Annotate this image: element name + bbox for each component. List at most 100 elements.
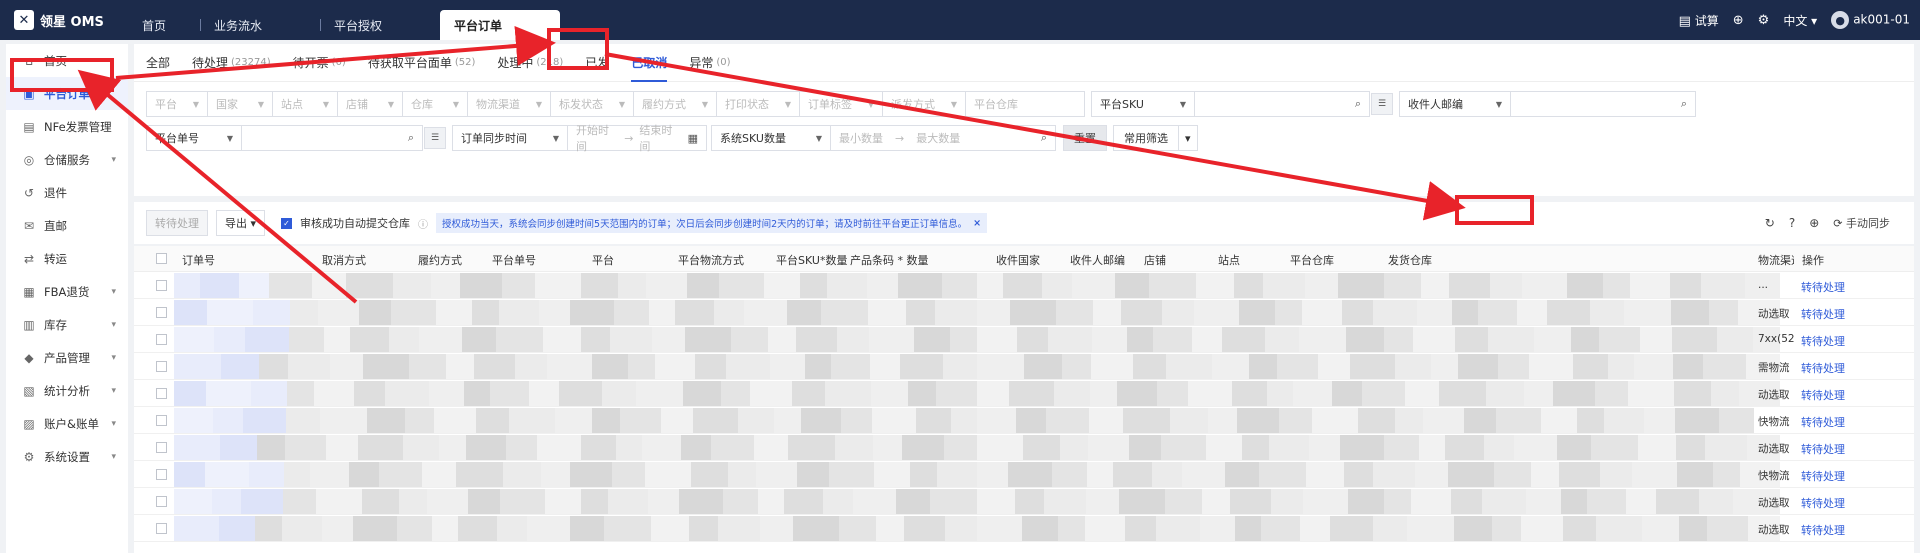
status-tab-cancelled[interactable]: 已取消 — [631, 44, 668, 82]
row-checkbox[interactable] — [156, 388, 167, 399]
postcode-input[interactable]: ⌕ — [1510, 91, 1696, 117]
to-process-link[interactable]: 转待处理 — [1801, 441, 1845, 457]
to-process-link[interactable]: 转待处理 — [1801, 306, 1845, 322]
trial-calc-button[interactable]: ▤ 试算 — [1679, 12, 1719, 29]
brand[interactable]: ✕ 领星 OMS — [0, 10, 128, 30]
to-process-link[interactable]: 转待处理 — [1801, 414, 1845, 430]
mark-status-select[interactable]: 标发状态 ▼ — [550, 91, 634, 117]
search-icon[interactable]: ⌕ — [408, 131, 414, 145]
country-select[interactable]: 国家 ▼ — [207, 91, 273, 117]
export-button[interactable]: 导出 ▾ — [216, 210, 266, 236]
to-process-link[interactable]: 转待处理 — [1801, 279, 1845, 295]
redacted-cell — [661, 408, 693, 433]
search-icon[interactable]: ⌕ — [1355, 97, 1361, 111]
select-label: 系统SKU数量 — [720, 132, 786, 145]
batch-list-button[interactable]: ☰ — [1371, 93, 1393, 115]
to-process-link[interactable]: 转待处理 — [1801, 495, 1845, 511]
download-icon[interactable]: ⊕ — [1733, 13, 1744, 28]
sidebar-item-label: 仓储服务 — [44, 152, 90, 167]
sidebar-item-transfer[interactable]: ⇄ 转运 — [6, 242, 128, 275]
platform-sku-select[interactable]: 平台SKU ▼ — [1091, 91, 1195, 117]
sidebar-item-account[interactable]: ▨ 账户&账单 ▾ — [6, 407, 128, 440]
reset-button[interactable]: 重置 — [1063, 125, 1107, 151]
search-icon[interactable]: ⌕ — [1681, 97, 1687, 111]
batch-list-button[interactable]: ☰ — [424, 127, 446, 149]
row-checkbox[interactable] — [156, 496, 167, 507]
user-menu[interactable]: ● ak001-01 — [1831, 11, 1910, 29]
table-row: 动选取 转待处理 — [134, 515, 1914, 542]
row-checkbox[interactable] — [156, 469, 167, 480]
tab-business-flow[interactable]: 业务流水 — [200, 10, 320, 40]
common-filter-button[interactable]: 常用筛选 — [1113, 125, 1179, 151]
row-checkbox[interactable] — [156, 334, 167, 345]
row-checkbox[interactable] — [156, 280, 167, 291]
sidebar-item-warehouse[interactable]: ◎ 仓储服务 ▾ — [6, 143, 128, 176]
sidebar-item-nfe-invoice[interactable]: ▤ NFe发票管理 — [6, 110, 128, 143]
to-process-link[interactable]: 转待处理 — [1801, 468, 1845, 484]
postcode-select[interactable]: 收件人邮编 ▼ — [1399, 91, 1511, 117]
refresh-icon[interactable]: ↻ — [1765, 216, 1775, 230]
close-icon[interactable]: × — [973, 218, 981, 229]
order-tag-select[interactable]: 订单标签 ▼ — [799, 91, 883, 117]
to-process-button[interactable]: 转待处理 — [146, 210, 208, 236]
tab-platform-auth[interactable]: 平台授权 — [320, 10, 440, 40]
redacted-cell — [537, 435, 581, 460]
row-checkbox[interactable] — [156, 415, 167, 426]
to-process-link[interactable]: 转待处理 — [1801, 333, 1845, 349]
shop-select[interactable]: 店铺 ▼ — [337, 91, 403, 117]
row-checkbox[interactable] — [156, 307, 167, 318]
status-tab-exception[interactable]: 异常 (0) — [689, 44, 730, 82]
info-icon[interactable]: ⓘ — [418, 216, 428, 231]
tab-home[interactable]: 首页 — [128, 10, 200, 40]
print-status-select[interactable]: 打印状态 ▼ — [716, 91, 800, 117]
redacted-cell — [723, 489, 758, 514]
platform-warehouse-input[interactable]: 平台仓库 — [965, 91, 1085, 117]
row-checkbox[interactable] — [156, 361, 167, 372]
time-type-select[interactable]: 订单同步时间 ▼ — [452, 125, 568, 151]
search-icon[interactable]: ⌕ — [1041, 131, 1047, 145]
redacted-cell — [1121, 300, 1162, 325]
sidebar-item-fba-returns[interactable]: ▦ FBA退货 ▾ — [6, 275, 128, 308]
common-filter-dropdown[interactable]: ▾ — [1178, 125, 1198, 151]
row-checkbox[interactable] — [156, 523, 167, 534]
status-tab-to-invoice[interactable]: 待开票 (0) — [293, 44, 346, 82]
tab-platform-orders[interactable]: 平台订单 — [440, 10, 560, 40]
platform-select[interactable]: 平台 ▼ — [146, 91, 208, 117]
sku-qty-select[interactable]: 系统SKU数量 ▼ — [711, 125, 831, 151]
status-tab-awaiting-label[interactable]: 待获取平台面单 (52) — [368, 44, 476, 82]
redacted-cell — [764, 273, 800, 298]
platform-order-no-input[interactable]: ⌕ — [241, 125, 423, 151]
status-tab-pending[interactable]: 待处理 (23274) — [192, 44, 271, 82]
help-icon[interactable]: ? — [1789, 216, 1795, 230]
qty-range-input[interactable]: 最小数量 → 最大数量 ⌕ — [830, 125, 1056, 151]
row-checkbox[interactable] — [156, 442, 167, 453]
sidebar-item-returns[interactable]: ↺ 退件 — [6, 176, 128, 209]
status-tab-all[interactable]: 全部 — [146, 44, 170, 82]
to-process-link[interactable]: 转待处理 — [1801, 522, 1845, 538]
logistics-channel-select[interactable]: 物流渠道 ▼ — [467, 91, 551, 117]
select-all-checkbox[interactable] — [156, 253, 167, 264]
sidebar-item-stats[interactable]: ▧ 统计分析 ▾ — [6, 374, 128, 407]
manual-sync-button[interactable]: ⟳ 手动同步 — [1833, 215, 1890, 231]
date-range-picker[interactable]: 开始时间 → 结束时间 ▦ — [567, 124, 707, 153]
platform-order-no-select[interactable]: 平台单号 ▼ — [146, 125, 242, 151]
gear-icon[interactable]: ⚙ — [1758, 13, 1770, 28]
sidebar-item-products[interactable]: ◆ 产品管理 ▾ — [6, 341, 128, 374]
language-select[interactable]: 中文 ▾ — [1783, 12, 1817, 29]
redacted-cell — [1009, 381, 1054, 406]
to-process-link[interactable]: 转待处理 — [1801, 387, 1845, 403]
redacted-cell — [1405, 381, 1439, 406]
sidebar-item-settings[interactable]: ⚙ 系统设置 ▾ — [6, 440, 128, 473]
redacted-cell — [679, 489, 723, 514]
warehouse-select[interactable]: 仓库 ▼ — [402, 91, 468, 117]
sidebar-item-stock[interactable]: ▥ 库存 ▾ — [6, 308, 128, 341]
to-process-link[interactable]: 转待处理 — [1801, 360, 1845, 376]
redacted-cell — [446, 354, 474, 379]
site-select[interactable]: 站点 ▼ — [272, 91, 338, 117]
auto-submit-checkbox[interactable]: ✓ — [281, 217, 293, 229]
zoom-icon[interactable]: ⊕ — [1809, 216, 1819, 230]
sidebar-item-direct-mail[interactable]: ✉ 直邮 — [6, 209, 128, 242]
platform-sku-input[interactable]: ⌕ — [1194, 91, 1370, 117]
dispatch-method-select[interactable]: 派发方式 ▼ — [882, 91, 966, 117]
fulfillment-select[interactable]: 履约方式 ▼ — [633, 91, 717, 117]
